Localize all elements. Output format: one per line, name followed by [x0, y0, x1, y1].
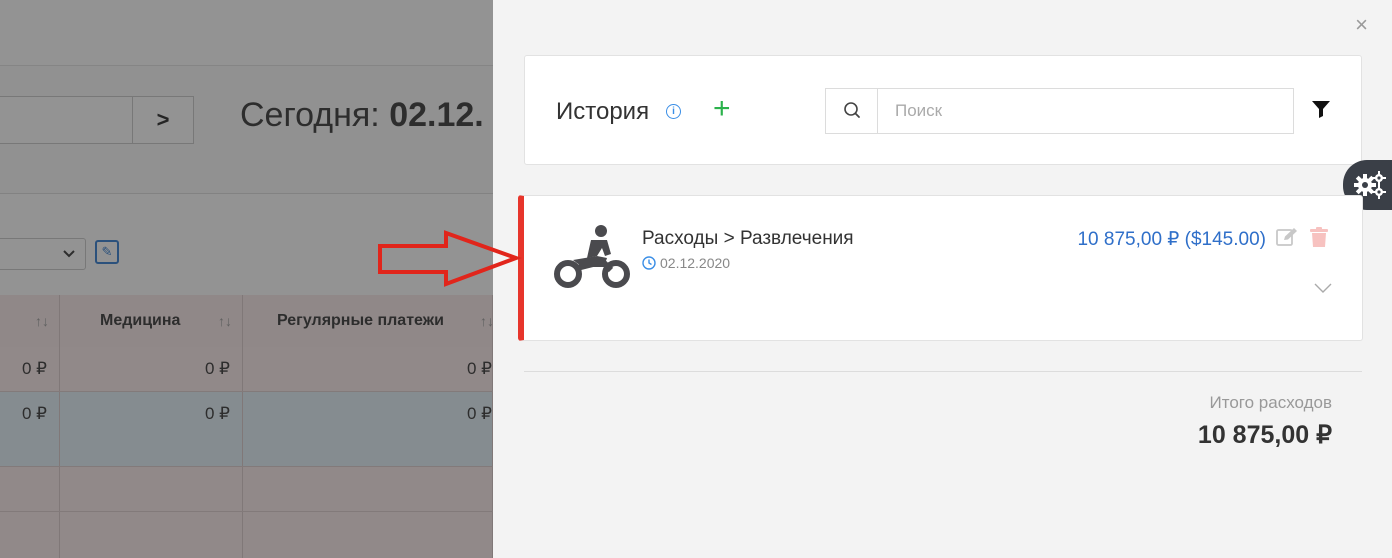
history-title: История: [556, 98, 650, 125]
edit-icon[interactable]: [1276, 227, 1298, 252]
clock-icon: [642, 256, 656, 275]
search-icon[interactable]: [826, 89, 878, 133]
delete-icon[interactable]: [1310, 227, 1328, 252]
info-icon[interactable]: i: [666, 104, 681, 119]
motorcycle-icon: [553, 224, 633, 295]
total-label: Итого расходов: [1209, 393, 1332, 412]
annotation-arrow: [376, 230, 522, 295]
divider: [524, 371, 1362, 372]
record-category: Расходы > Развлечения: [642, 228, 854, 249]
close-icon[interactable]: ×: [1355, 14, 1368, 36]
record-date: 02.12.2020: [660, 255, 731, 271]
search-box: [825, 88, 1294, 134]
history-panel: × История i + Поиск Расходы > Развлечени…: [493, 0, 1392, 558]
chevron-down-icon[interactable]: [1314, 280, 1332, 298]
history-header-card: История i +: [524, 55, 1362, 165]
record-amount: 10 875,00 ₽ ($145.00): [1077, 229, 1266, 250]
add-record-button[interactable]: +: [713, 94, 731, 124]
history-record[interactable]: Расходы > Развлечения 02.12.2020 10 875,…: [518, 195, 1363, 341]
search-input[interactable]: [879, 89, 1293, 133]
filter-icon[interactable]: [1312, 100, 1330, 123]
total-value: 10 875,00 ₽: [1197, 421, 1332, 449]
